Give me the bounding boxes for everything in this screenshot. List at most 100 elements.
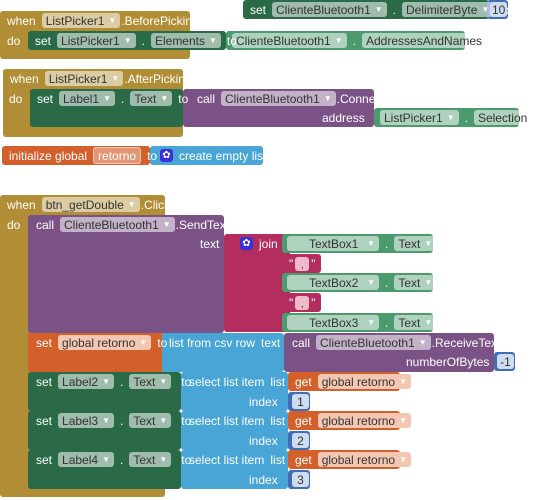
select-label: select list item [189, 374, 265, 389]
property-dropdown[interactable]: Text ▼ [130, 91, 173, 106]
dropdown-value: ClienteBluetooth1 [276, 2, 371, 17]
dropdown-value: ClienteBluetooth1 [225, 91, 320, 106]
dropdown-value: ListPicker1 [48, 71, 108, 86]
call-keyword: call [36, 217, 55, 232]
method-name: .ReceiveText [431, 335, 501, 350]
property-dropdown[interactable]: Text ▼ [394, 236, 437, 251]
dot: . [120, 91, 125, 106]
get-keyword: get [295, 413, 312, 428]
gear-icon[interactable]: ✿ [160, 149, 173, 162]
index-row: index [249, 392, 278, 411]
dropdown-value: ListPicker1 [45, 13, 105, 28]
dropdown-value: ClienteBluetooth1 [64, 217, 159, 232]
component-dropdown[interactable]: ClienteBluetooth1 ▼ [60, 217, 175, 232]
number-field[interactable]: -1 [497, 354, 514, 369]
component-dropdown[interactable]: ClienteBluetooth1 ▼ [272, 2, 387, 17]
number-field[interactable]: 2 [292, 433, 309, 448]
gear-icon[interactable]: ✿ [240, 237, 253, 250]
select-row: select list item list [189, 411, 285, 430]
variable-dropdown[interactable]: global retorno ▼ [317, 413, 411, 428]
component-dropdown[interactable]: Label2 ▼ [58, 374, 114, 389]
component-dropdown[interactable]: ClienteBluetooth1 ▼ [316, 335, 431, 350]
dropdown-arrow-icon: ▼ [127, 200, 136, 209]
variable-dropdown[interactable]: global retorno ▼ [317, 452, 411, 467]
property-dropdown[interactable]: Elements ▼ [150, 33, 221, 48]
dropdown-arrow-icon: ▼ [111, 74, 120, 83]
variable-dropdown[interactable]: global retorno ▼ [58, 335, 152, 350]
number-field[interactable]: 10 [490, 2, 508, 17]
dropdown-value: global retorno [321, 413, 396, 428]
dot: . [385, 275, 389, 290]
dropdown-arrow-icon: ▼ [160, 94, 169, 103]
dropdown-arrow-icon: ▼ [123, 36, 132, 45]
select-row: select list item list [189, 450, 285, 469]
call-keyword: call [292, 335, 311, 350]
component-dropdown[interactable]: ListPicker1 ▼ [41, 13, 121, 28]
component-dropdown[interactable]: Label4 ▼ [58, 452, 114, 467]
index-label: index [249, 394, 278, 409]
set-keyword: set [36, 413, 53, 428]
when-keyword: when [7, 197, 36, 212]
component-dropdown[interactable]: btn_getDouble ▼ [41, 197, 140, 212]
event-header: when ListPicker1 ▼ .BeforePicking [7, 11, 199, 30]
dot: . [385, 315, 389, 330]
component-dropdown[interactable]: ClienteBluetooth1 ▼ [232, 33, 347, 48]
dropdown-value: Text [133, 374, 156, 389]
property-dropdown[interactable]: Text ▼ [129, 413, 172, 428]
dropdown-value: Text [398, 275, 421, 290]
set-label-row: set Label3 ▼ . Text ▼ to [36, 411, 191, 430]
number-field[interactable]: 1 [292, 394, 309, 409]
dropdown-value: Elements [154, 33, 205, 48]
event-name: .AfterPicking [124, 71, 192, 86]
component-dropdown[interactable]: TextBox2 ▼ [287, 275, 379, 290]
dropdown-arrow-icon: ▼ [367, 278, 375, 287]
dropdown-value: Label3 [62, 413, 99, 428]
set-keyword: set [35, 33, 52, 48]
dropdown-value: Label1 [63, 91, 100, 106]
index-label: index [249, 472, 278, 487]
dropdown-arrow-icon: ▼ [399, 455, 407, 464]
dropdown-value: btn_getDouble [45, 197, 124, 212]
component-dropdown[interactable]: ListPicker1 ▼ [380, 110, 459, 125]
dropdown-value: ListPicker1 [61, 33, 120, 48]
index-label: index [249, 433, 278, 448]
list-label: create empty list [179, 148, 267, 163]
component-dropdown[interactable]: TextBox1 ▼ [287, 236, 379, 251]
dropdown-value: Label2 [62, 374, 99, 389]
component-dropdown[interactable]: TextBox3 ▼ [287, 315, 379, 330]
property-dropdown[interactable]: Selection ▼ [473, 110, 543, 125]
dropdown-value: global retorno [321, 452, 396, 467]
dropdown-arrow-icon: ▼ [139, 338, 148, 347]
dot: . [141, 33, 145, 48]
quote-close: " [311, 295, 316, 310]
property-dropdown[interactable]: Text ▼ [129, 452, 172, 467]
when-keyword: when [7, 13, 36, 28]
get-row: get global retorno ▼ [295, 450, 411, 469]
do-keyword: do [7, 33, 21, 48]
variable-dropdown[interactable]: global retorno ▼ [317, 374, 411, 389]
dropdown-value: AddressesAndNames [366, 33, 483, 48]
property-dropdown[interactable]: AddressesAndNames ▼ [362, 33, 498, 48]
property-dropdown[interactable]: Text ▼ [394, 315, 437, 330]
property-dropdown[interactable]: Text ▼ [394, 275, 437, 290]
dropdown-arrow-icon: ▼ [323, 94, 332, 103]
string-field[interactable]: , [295, 256, 310, 271]
component-dropdown[interactable]: ClienteBluetooth1 ▼ [221, 91, 336, 106]
dropdown-arrow-icon: ▼ [102, 455, 110, 464]
quote-open: " [289, 256, 294, 271]
property-dropdown[interactable]: DelimiterByte ▼ [402, 2, 494, 17]
dropdown-arrow-icon: ▼ [399, 416, 407, 425]
do-keyword: do [9, 91, 23, 106]
arg-label: text [200, 236, 220, 251]
component-dropdown[interactable]: Label1 ▼ [59, 91, 115, 106]
string-field[interactable]: , [295, 295, 310, 310]
component-dropdown[interactable]: Label3 ▼ [58, 413, 114, 428]
variable-name-field[interactable]: retorno [93, 147, 142, 164]
dropdown-value: global retorno [321, 374, 396, 389]
number-field[interactable]: 3 [292, 472, 309, 487]
component-dropdown[interactable]: ListPicker1 ▼ [57, 33, 136, 48]
component-dropdown[interactable]: ListPicker1 ▼ [44, 71, 124, 86]
dropdown-value: Text [133, 452, 156, 467]
do-keyword: do [7, 217, 21, 232]
property-dropdown[interactable]: Text ▼ [129, 374, 172, 389]
